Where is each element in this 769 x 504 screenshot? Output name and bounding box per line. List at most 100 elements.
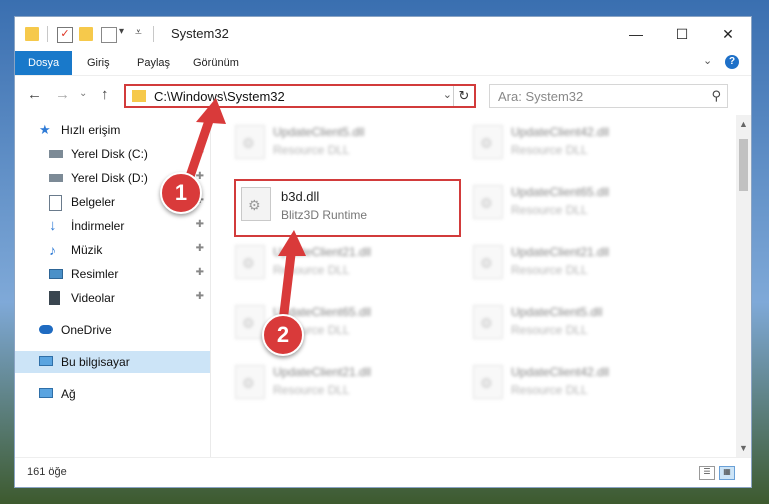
divider — [47, 26, 48, 42]
pin-icon[interactable]: ✚ — [196, 243, 204, 254]
forward-button[interactable]: → — [55, 86, 70, 103]
dll-file-icon — [473, 245, 503, 279]
file-name: UpdateClient21.dll — [273, 245, 372, 259]
refresh-button[interactable]: ↻ — [453, 86, 474, 106]
close-button[interactable]: ✕ — [705, 17, 751, 51]
up-button[interactable]: ↑ — [101, 86, 109, 103]
file-name: UpdateClient5.dll — [511, 305, 603, 319]
sidebar-item-quick-access[interactable]: ★ Hızlı erişim — [15, 119, 210, 141]
sidebar-item-network[interactable]: Ağ — [15, 383, 210, 405]
sidebar-item-music[interactable]: ♪ Müzik ✚ — [15, 239, 210, 261]
tab-home[interactable]: Giriş — [87, 51, 110, 75]
sidebar-item-label: Yerel Disk (D:) — [71, 171, 148, 185]
pin-icon[interactable]: ✚ — [196, 267, 204, 278]
file-explorer-window: ✓ ▾ ⩡ System32 — ☐ ✕ Dosya Giriş Paylaş … — [14, 16, 752, 488]
search-box[interactable]: Ara: System32 ⚲ — [489, 84, 728, 108]
file-item[interactable]: UpdateClient65.dll Resource DLL — [225, 299, 455, 347]
file-item[interactable]: UpdateClient65.dll Resource DLL — [463, 179, 693, 227]
file-item[interactable]: UpdateClient42.dll Resource DLL — [463, 119, 693, 167]
pictures-icon — [49, 269, 63, 279]
customize-icon[interactable] — [101, 27, 117, 43]
properties-icon[interactable]: ✓ — [57, 27, 73, 43]
navigation-bar: ← → ⌄ ↑ C:\Windows\System32 ⌄ ↻ Ara: Sys… — [15, 75, 751, 116]
sidebar-item-label: Resimler — [71, 267, 119, 281]
file-item[interactable]: UpdateClient5.dll Resource DLL — [463, 299, 693, 347]
dll-file-icon — [235, 245, 265, 279]
search-input[interactable]: Ara: System32 — [498, 89, 583, 104]
back-button[interactable]: ← — [27, 86, 42, 103]
dll-file-icon — [235, 365, 265, 399]
tab-share[interactable]: Paylaş — [137, 51, 170, 75]
network-icon — [39, 388, 53, 398]
file-name: UpdateClient21.dll — [273, 365, 372, 379]
file-name: UpdateClient21.dll — [511, 245, 610, 259]
sidebar-item-label: Bu bilgisayar — [61, 355, 130, 369]
file-item[interactable]: UpdateClient42.dll Resource DLL — [463, 359, 693, 407]
search-icon[interactable]: ⚲ — [711, 88, 721, 104]
file-description: Resource DLL — [511, 263, 588, 277]
documents-icon — [49, 195, 62, 211]
drive-icon — [49, 174, 63, 182]
star-icon: ★ — [39, 122, 51, 137]
step-1-badge: 1 — [160, 172, 202, 214]
sidebar-item-label: Ağ — [61, 387, 76, 401]
dll-file-icon — [473, 365, 503, 399]
tab-file[interactable]: Dosya — [15, 51, 73, 75]
sidebar-item-this-pc[interactable]: Bu bilgisayar — [15, 351, 210, 373]
vertical-scrollbar[interactable]: ▲ ▼ — [736, 115, 751, 457]
drive-icon — [49, 150, 63, 158]
tab-view[interactable]: Görünüm — [193, 51, 239, 75]
pin-icon[interactable]: ✚ — [196, 147, 204, 158]
scroll-down-arrow[interactable]: ▼ — [739, 443, 748, 453]
chevron-down-icon[interactable]: ▾ — [119, 26, 124, 37]
file-item[interactable]: UpdateClient21.dll Resource DLL — [225, 239, 455, 287]
sidebar-item-label: Müzik — [71, 243, 103, 257]
folder-icon — [25, 27, 39, 41]
file-name: UpdateClient65.dll — [511, 185, 610, 199]
sidebar-item-label: Belgeler — [71, 195, 116, 209]
new-folder-icon[interactable] — [79, 27, 93, 41]
cloud-icon — [39, 325, 53, 334]
pin-icon[interactable]: ✚ — [196, 219, 204, 230]
download-icon: ↓ — [49, 217, 57, 234]
window-title: System32 — [171, 26, 229, 41]
large-icons-view-icon[interactable]: ▦ — [719, 466, 735, 480]
file-name: UpdateClient42.dll — [511, 125, 610, 139]
file-description: Resource DLL — [511, 203, 588, 217]
sidebar-item-videos[interactable]: Videolar ✚ — [15, 287, 210, 309]
sidebar-item-drive-c[interactable]: Yerel Disk (C:) ✚ — [15, 143, 210, 165]
video-icon — [49, 291, 60, 305]
file-description: Resource DLL — [511, 323, 588, 337]
address-bar[interactable]: C:\Windows\System32 ⌄ ↻ — [124, 84, 476, 108]
sidebar-item-downloads[interactable]: ↓ İndirmeler ✚ — [15, 215, 210, 237]
minimize-button[interactable]: — — [613, 17, 659, 51]
status-bar: 161 öğe ☰ ▦ — [15, 457, 751, 487]
scrollbar-thumb[interactable] — [739, 139, 748, 191]
sidebar-item-onedrive[interactable]: OneDrive — [15, 319, 210, 341]
dll-file-icon — [473, 305, 503, 339]
ribbon-tabs: Dosya Giriş Paylaş Görünüm ⌄ ? — [15, 51, 751, 75]
title-bar: ✓ ▾ ⩡ System32 — ☐ ✕ — [15, 17, 751, 51]
folder-icon — [132, 90, 146, 102]
sidebar-item-pictures[interactable]: Resimler ✚ — [15, 263, 210, 285]
dll-file-icon — [473, 185, 503, 219]
file-item[interactable]: UpdateClient21.dll Resource DLL — [463, 239, 693, 287]
scroll-up-arrow[interactable]: ▲ — [739, 119, 748, 129]
maximize-button[interactable]: ☐ — [659, 17, 705, 51]
sidebar-item-label: İndirmeler — [71, 219, 125, 233]
file-list: UpdateClient5.dll Resource DLL UpdateCli… — [211, 115, 736, 457]
help-icon[interactable]: ? — [725, 55, 739, 69]
file-item[interactable]: UpdateClient5.dll Resource DLL — [225, 119, 455, 167]
quick-access-dropdown-icon[interactable]: ⩡ — [135, 25, 142, 40]
ribbon-expand-icon[interactable]: ⌄ — [703, 54, 712, 67]
details-view-icon[interactable]: ☰ — [699, 466, 715, 480]
recent-locations-icon[interactable]: ⌄ — [79, 88, 87, 99]
address-path[interactable]: C:\Windows\System32 — [154, 89, 285, 104]
computer-icon — [39, 356, 53, 366]
file-description: Resource DLL — [273, 143, 350, 157]
pin-icon[interactable]: ✚ — [196, 291, 204, 302]
file-item[interactable]: UpdateClient21.dll Resource DLL — [225, 359, 455, 407]
divider — [153, 26, 154, 42]
item-count: 161 öğe — [27, 466, 67, 478]
address-dropdown-icon[interactable]: ⌄ — [443, 88, 452, 101]
